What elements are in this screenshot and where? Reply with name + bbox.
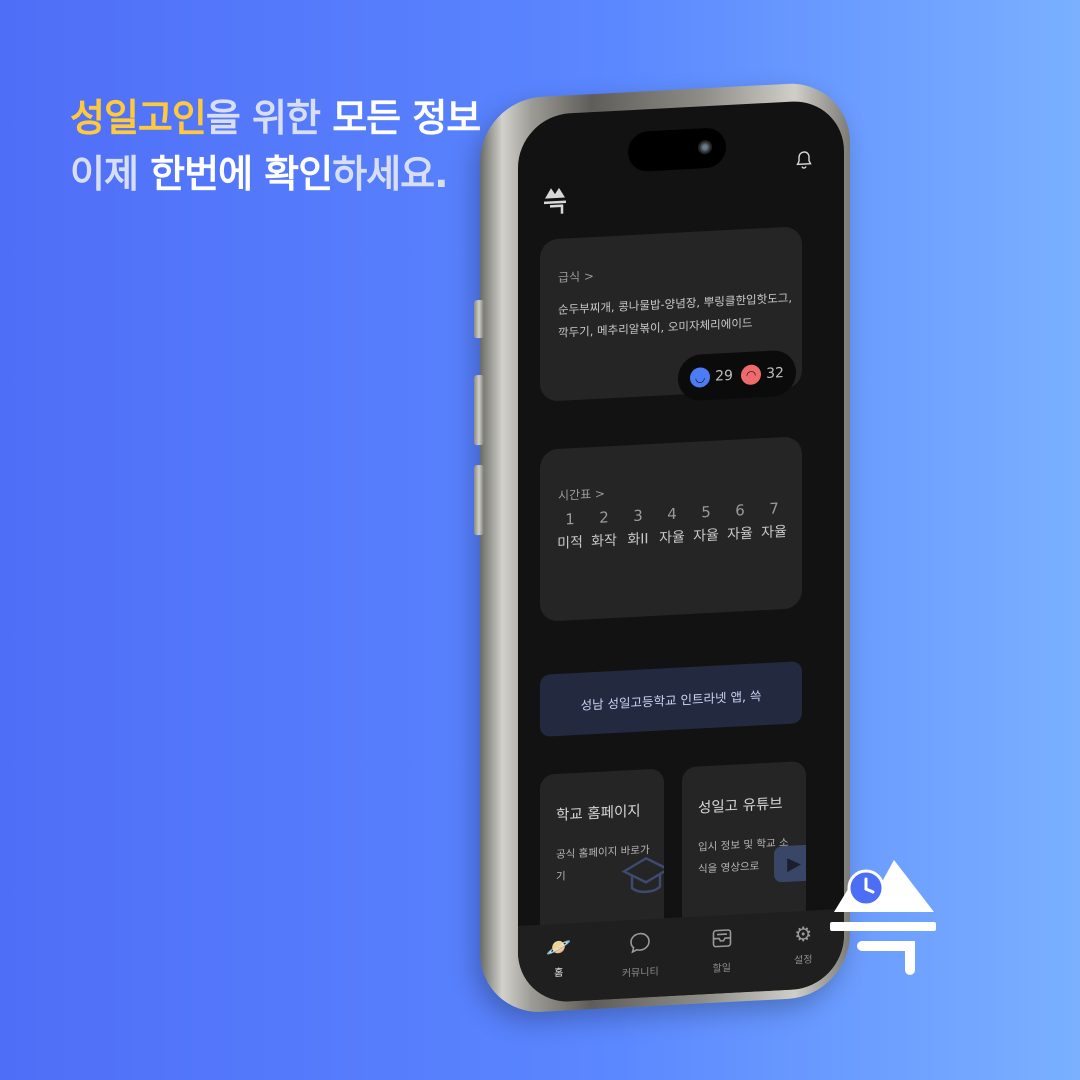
like-count: 29 bbox=[715, 367, 733, 385]
period-item: 5 자율 bbox=[692, 502, 720, 545]
headline-text: 이제 bbox=[70, 152, 151, 196]
meal-menu-text: 순두부찌개, 콩나물밥-양념장, 뿌링클한입핫도그, 깍두기, 메추리알볶이, … bbox=[558, 290, 793, 340]
volume-up-button bbox=[474, 374, 484, 446]
headline-emphasis: 한번에 확인 bbox=[150, 152, 333, 196]
period-subject: 자율 bbox=[761, 523, 787, 542]
youtube-tile-title: 성일고 유튜브 bbox=[698, 796, 783, 817]
period-item: 2 화작 bbox=[590, 508, 618, 551]
tab-label: 설정 bbox=[794, 954, 813, 967]
tab-community[interactable]: 커뮤니티 bbox=[610, 930, 670, 980]
gear-icon: ⚙ bbox=[794, 921, 813, 947]
dislike-count: 32 bbox=[766, 365, 784, 383]
period-number: 6 bbox=[735, 501, 745, 520]
period-number: 5 bbox=[701, 502, 711, 522]
timetable-card-title[interactable]: 시간표 > bbox=[558, 484, 605, 503]
inbox-tray-icon bbox=[711, 927, 733, 954]
period-number: 2 bbox=[599, 508, 609, 527]
intro-banner[interactable]: 성남 성일고등학교 인트라넷 앱, 쓱 bbox=[540, 661, 802, 737]
period-number: 3 bbox=[633, 506, 643, 525]
period-subject: 화작 bbox=[591, 532, 617, 551]
period-subject: 자율 bbox=[727, 525, 753, 544]
like-reaction[interactable]: ◡ 29 bbox=[690, 366, 733, 388]
action-button bbox=[474, 299, 484, 339]
camera-icon bbox=[698, 139, 712, 155]
banner-text: 성남 성일고등학교 인트라넷 앱, 쓱 bbox=[580, 687, 762, 713]
tab-label: 할일 bbox=[712, 962, 731, 975]
tab-home[interactable]: 🪐 홈 bbox=[529, 934, 589, 980]
period-item: 3 화II bbox=[624, 506, 652, 549]
period-item: 4 자율 bbox=[658, 504, 686, 547]
chat-bubble-icon bbox=[629, 931, 651, 958]
tab-todo[interactable]: 할일 bbox=[692, 926, 752, 976]
period-subject: 화II bbox=[627, 531, 649, 549]
headline-line-2: 이제 한번에 확인하세요. bbox=[70, 146, 480, 202]
happy-face-icon: ◡ bbox=[690, 366, 711, 388]
bell-icon[interactable] bbox=[796, 151, 812, 175]
planet-icon: 🪐 bbox=[546, 934, 572, 960]
meal-reaction-pill: ◡ 29 ◠ 32 bbox=[678, 349, 796, 402]
brand-logo bbox=[822, 842, 942, 982]
dislike-reaction[interactable]: ◠ 32 bbox=[741, 363, 784, 386]
timetable-periods: 1 미적 2 화작 3 화II 4 자율 5 자율 6 자율 7 자율 bbox=[556, 499, 788, 553]
period-number: 7 bbox=[769, 499, 779, 518]
period-number: 1 bbox=[565, 510, 575, 529]
phone-mockup: 급식 > 순두부찌개, 콩나물밥-양념장, 뿌링클한입핫도그, 깍두기, 메추리… bbox=[474, 50, 860, 1015]
headline: 성일고인을 위한 모든 정보 이제 한번에 확인하세요. bbox=[70, 90, 481, 202]
app-screen: 급식 > 순두부찌개, 콩나물밥-양념장, 뿌링클한입핫도그, 깍두기, 메추리… bbox=[518, 98, 844, 1005]
play-icon: ▶ bbox=[774, 844, 806, 883]
headline-text: 을 위한 bbox=[205, 96, 333, 140]
timetable-card[interactable]: 시간표 > 1 미적 2 화작 3 화II 4 자율 5 자율 6 자율 7 자율 bbox=[540, 436, 802, 622]
tab-label: 커뮤니티 bbox=[621, 966, 659, 980]
period-subject: 자율 bbox=[693, 527, 719, 545]
phone-frame: 급식 > 순두부찌개, 콩나물밥-양념장, 뿌링클한입핫도그, 깍두기, 메추리… bbox=[474, 80, 850, 1015]
meal-card-title[interactable]: 급식 > bbox=[558, 267, 594, 286]
app-logo bbox=[542, 183, 568, 220]
period-item: 1 미적 bbox=[556, 510, 584, 553]
period-number: 4 bbox=[667, 504, 677, 524]
period-item: 7 자율 bbox=[760, 499, 788, 542]
volume-down-button bbox=[474, 464, 484, 536]
homepage-tile-title: 학교 홈페이지 bbox=[556, 803, 641, 825]
period-subject: 미적 bbox=[557, 534, 583, 552]
headline-line-1: 성일고인을 위한 모든 정보 bbox=[70, 90, 481, 146]
bottom-tab-bar: 🪐 홈 커뮤니티 할일 ⚙ 설정 bbox=[518, 908, 844, 1005]
period-item: 6 자율 bbox=[726, 501, 754, 544]
headline-text: 하세요. bbox=[332, 152, 448, 196]
tab-label: 홈 bbox=[554, 967, 564, 980]
graduation-cap-icon bbox=[621, 853, 664, 911]
dynamic-island bbox=[628, 127, 726, 173]
headline-emphasis: 모든 정보 bbox=[332, 96, 481, 140]
headline-highlight: 성일고인 bbox=[70, 96, 207, 140]
period-subject: 자율 bbox=[659, 529, 685, 547]
angry-face-icon: ◠ bbox=[741, 364, 762, 386]
